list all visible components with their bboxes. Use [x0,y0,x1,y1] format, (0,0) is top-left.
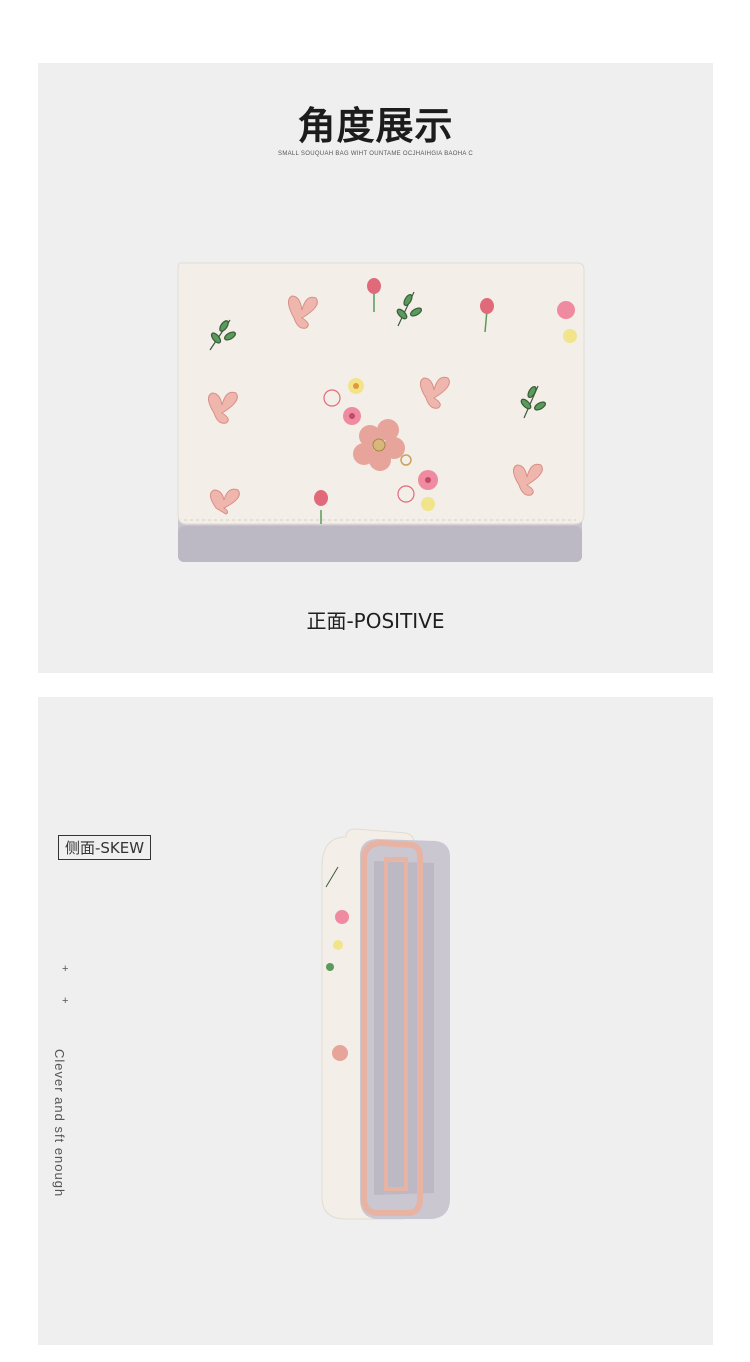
plus-icon-1: + [62,963,69,975]
section-title: 角度展示 [297,104,454,148]
front-view-panel: 角度展示 SMALL SOUQUAH BAG WIHT OUNTAME OCJH… [38,63,713,673]
side-view-panel: 侧面-SKEW + + Clever and sft enough [38,697,713,1345]
front-caption: 正面-POSITIVE [306,609,445,633]
side-label: 侧面-SKEW [58,835,152,860]
section-subtitle: SMALL SOUQUAH BAG WIHT OUNTAME OCJHAIHGI… [278,151,473,157]
vertical-tagline: Clever and sft enough [52,1049,67,1198]
plus-icon-2: + [62,995,69,1007]
wallet-side-image [321,828,450,1220]
wallet-front-image [177,262,585,562]
